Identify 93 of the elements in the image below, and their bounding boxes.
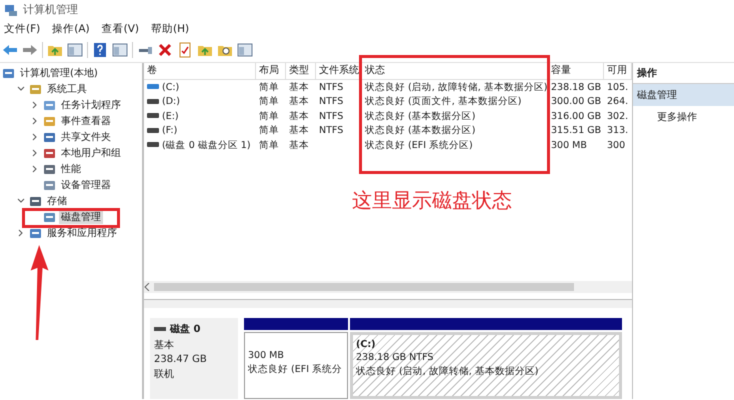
action-item[interactable]: 磁盘管理 (633, 84, 734, 106)
table-cell: (F:) (162, 125, 178, 136)
node-icon (29, 82, 42, 96)
table-cell: 简单 (259, 95, 279, 108)
menu-item[interactable]: 帮助(H) (151, 22, 190, 36)
table-cell: NTFS (319, 125, 344, 136)
tree-item[interactable]: 任务计划程序 (59, 98, 123, 112)
table-cell: NTFS (319, 96, 344, 108)
table-cell: (C:) (162, 82, 180, 93)
partition-block[interactable]: (C:) 238.18 GB NTFS 状态良好 (启动, 故障转储, 基本数据分区) (350, 332, 622, 399)
tree-item[interactable]: 存储 (45, 194, 69, 208)
partition-size: 300 MB (248, 350, 285, 361)
delete-icon[interactable] (157, 42, 173, 58)
panel-icon[interactable] (112, 42, 128, 58)
table-cell: (E:) (162, 110, 179, 122)
disk-name: 磁盘 0 (170, 322, 200, 336)
node-icon (43, 162, 56, 176)
table-cell: 基本 (289, 80, 309, 94)
table-cell: 基本 (289, 124, 309, 138)
action-item[interactable]: 更多操作 (633, 106, 734, 128)
tree-item[interactable]: 本地用户和组 (59, 146, 123, 160)
menu-item[interactable]: 查看(V) (102, 22, 140, 36)
tree-item[interactable]: 系统工具 (45, 82, 89, 96)
annotation-text: 这里显示磁盘状态 (352, 187, 512, 214)
column-header[interactable]: 卷 (144, 63, 256, 79)
table-cell: (磁盘 0 磁盘分区 1) (162, 138, 251, 152)
node-icon (29, 226, 42, 240)
panel-icon[interactable] (237, 42, 253, 58)
partition-status: 状态良好 (EFI 系统分 (248, 363, 344, 376)
table-cell: 基本 (289, 138, 309, 152)
table-cell: 状态良好 (基本数据分区) (365, 110, 476, 123)
scrollbar-thumb[interactable] (154, 283, 574, 291)
column-header[interactable]: 文件系统 (316, 63, 362, 79)
tree-item[interactable]: 磁盘管理 (59, 210, 103, 224)
column-header[interactable]: 可用 (604, 63, 632, 79)
table-cell: 313. (607, 125, 628, 136)
table-cell: 316.00 GB (551, 110, 602, 122)
node-icon (29, 194, 42, 208)
node-icon (43, 130, 56, 144)
document-icon[interactable] (177, 42, 193, 58)
node-icon (43, 146, 56, 160)
node-icon (43, 98, 56, 112)
tree-item[interactable]: 性能 (59, 162, 83, 176)
table-cell: 238.18 GB (551, 82, 602, 93)
forward-icon[interactable] (22, 42, 38, 58)
table-cell: NTFS (319, 82, 344, 93)
table-cell: 基本 (289, 95, 309, 108)
menu-item[interactable]: 文件(F) (4, 22, 40, 36)
menu-item[interactable]: 操作(A) (52, 22, 90, 36)
node-icon (43, 210, 56, 224)
disk-size: 238.47 GB (154, 354, 208, 365)
disk-status: 联机 (154, 368, 175, 381)
table-cell: 300 (607, 140, 626, 151)
table-cell: (D:) (162, 96, 180, 108)
app-icon (4, 2, 18, 16)
table-cell: 状态良好 (启动, 故障转储, 基本数据分区) (365, 80, 548, 94)
back-icon[interactable] (2, 42, 18, 58)
panel-icon[interactable] (67, 42, 83, 58)
partition-name: (C:) (356, 339, 376, 350)
column-header[interactable]: 类型 (286, 63, 316, 79)
node-icon (43, 114, 56, 128)
table-cell: 105. (607, 82, 628, 93)
column-header[interactable]: 容量 (548, 63, 604, 79)
disk-type: 基本 (154, 338, 175, 352)
partition-block[interactable]: 300 MB 状态良好 (EFI 系统分 (244, 332, 348, 399)
table-cell: NTFS (319, 110, 344, 122)
partition-status: 状态良好 (启动, 故障转储, 基本数据分区) (356, 365, 540, 378)
help-icon[interactable] (92, 42, 108, 58)
table-cell: 状态良好 (页面文件, 基本数据分区) (365, 95, 522, 108)
window-title: 计算机管理 (23, 2, 78, 17)
table-cell: 简单 (259, 110, 279, 123)
table-cell: 302. (607, 110, 628, 122)
table-cell: 简单 (259, 124, 279, 138)
tree-item[interactable]: 共享文件夹 (59, 130, 113, 144)
scroll-left-icon[interactable] (144, 283, 150, 291)
table-cell: 300.00 GB (551, 96, 602, 108)
column-header[interactable]: 布局 (256, 63, 286, 79)
table-cell: 状态良好 (EFI 系统分区) (365, 138, 473, 152)
table-cell: 简单 (259, 138, 279, 152)
partition-size: 238.18 GB NTFS (356, 352, 434, 363)
tree-item[interactable]: 服务和应用程序 (45, 226, 119, 240)
tree-item[interactable]: 计算机管理(本地) (18, 66, 100, 80)
table-cell: 315.51 GB (551, 125, 602, 136)
tree-item[interactable]: 设备管理器 (59, 178, 113, 192)
tree-item[interactable]: 事件查看器 (59, 114, 113, 128)
table-cell: 300 MB (551, 140, 587, 151)
table-cell: 264. (607, 96, 628, 108)
table-cell: 简单 (259, 80, 279, 94)
node-icon (43, 178, 56, 192)
drive-icon (154, 326, 166, 332)
column-header[interactable]: 状态 (362, 63, 548, 79)
table-cell: 状态良好 (基本数据分区) (365, 124, 476, 138)
table-cell: 基本 (289, 110, 309, 123)
